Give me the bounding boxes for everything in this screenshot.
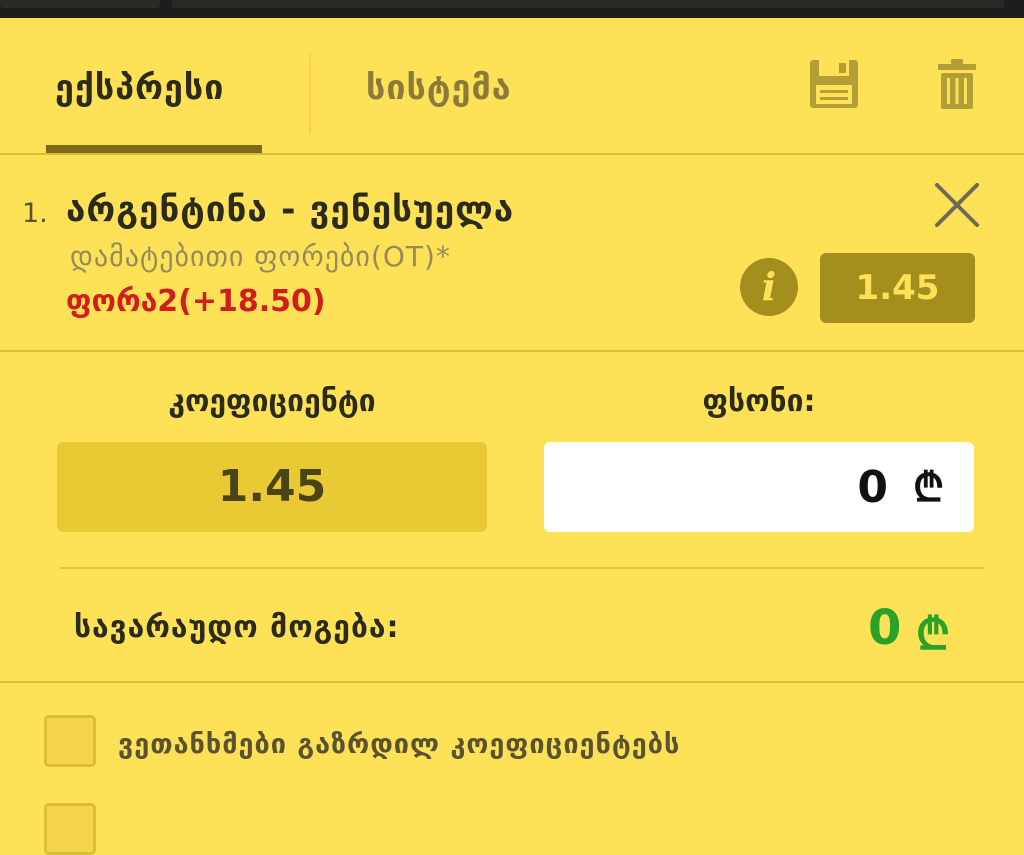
selection-outcome: ფორა2(+18.50) xyxy=(66,284,326,319)
top-status-bar xyxy=(0,0,1024,18)
betslip-tabs: ექსპრესი სისტემა xyxy=(0,18,1024,154)
stake-input[interactable]: 0 ₾ xyxy=(544,442,974,532)
top-bar-segment xyxy=(0,0,160,8)
trash-icon[interactable] xyxy=(936,58,978,110)
tab-divider xyxy=(309,54,311,134)
lari-currency-icon: ₾ xyxy=(913,465,944,511)
stake-separator xyxy=(60,567,984,569)
selection-number: 1. xyxy=(22,198,48,229)
selection-odd-badge[interactable]: 1.45 xyxy=(820,253,975,323)
selection-market: დამატებითი ფორები(OT)* xyxy=(70,240,451,273)
possible-win-value: 0 xyxy=(868,600,902,656)
accept-higher-odds-checkbox[interactable] xyxy=(44,715,96,767)
selection-match-name: არგენტინა - ვენესუელა xyxy=(66,190,515,230)
info-icon[interactable]: i xyxy=(740,258,798,316)
top-bar-segment xyxy=(172,0,1004,8)
save-icon[interactable] xyxy=(808,58,860,110)
stake-value: 0 xyxy=(857,462,888,513)
close-icon[interactable] xyxy=(934,182,980,228)
options-separator xyxy=(0,681,1024,683)
tab-express[interactable]: ექსპრესი xyxy=(55,68,224,108)
coefficient-label: კოეფიციენტი xyxy=(168,384,376,419)
tabs-separator xyxy=(0,153,1024,155)
selection-separator xyxy=(0,350,1024,352)
tab-system[interactable]: სისტემა xyxy=(366,68,512,108)
lari-currency-icon: ₾ xyxy=(916,609,950,660)
accept-higher-odds-label[interactable]: ვეთანხმები გაზრდილ კოეფიციენტებს xyxy=(118,729,680,760)
stake-label: ფსონი: xyxy=(702,384,816,419)
possible-win-label: სავარაუდო მოგება: xyxy=(74,610,400,645)
option-checkbox[interactable] xyxy=(44,803,96,855)
coefficient-value: 1.45 xyxy=(57,442,487,532)
